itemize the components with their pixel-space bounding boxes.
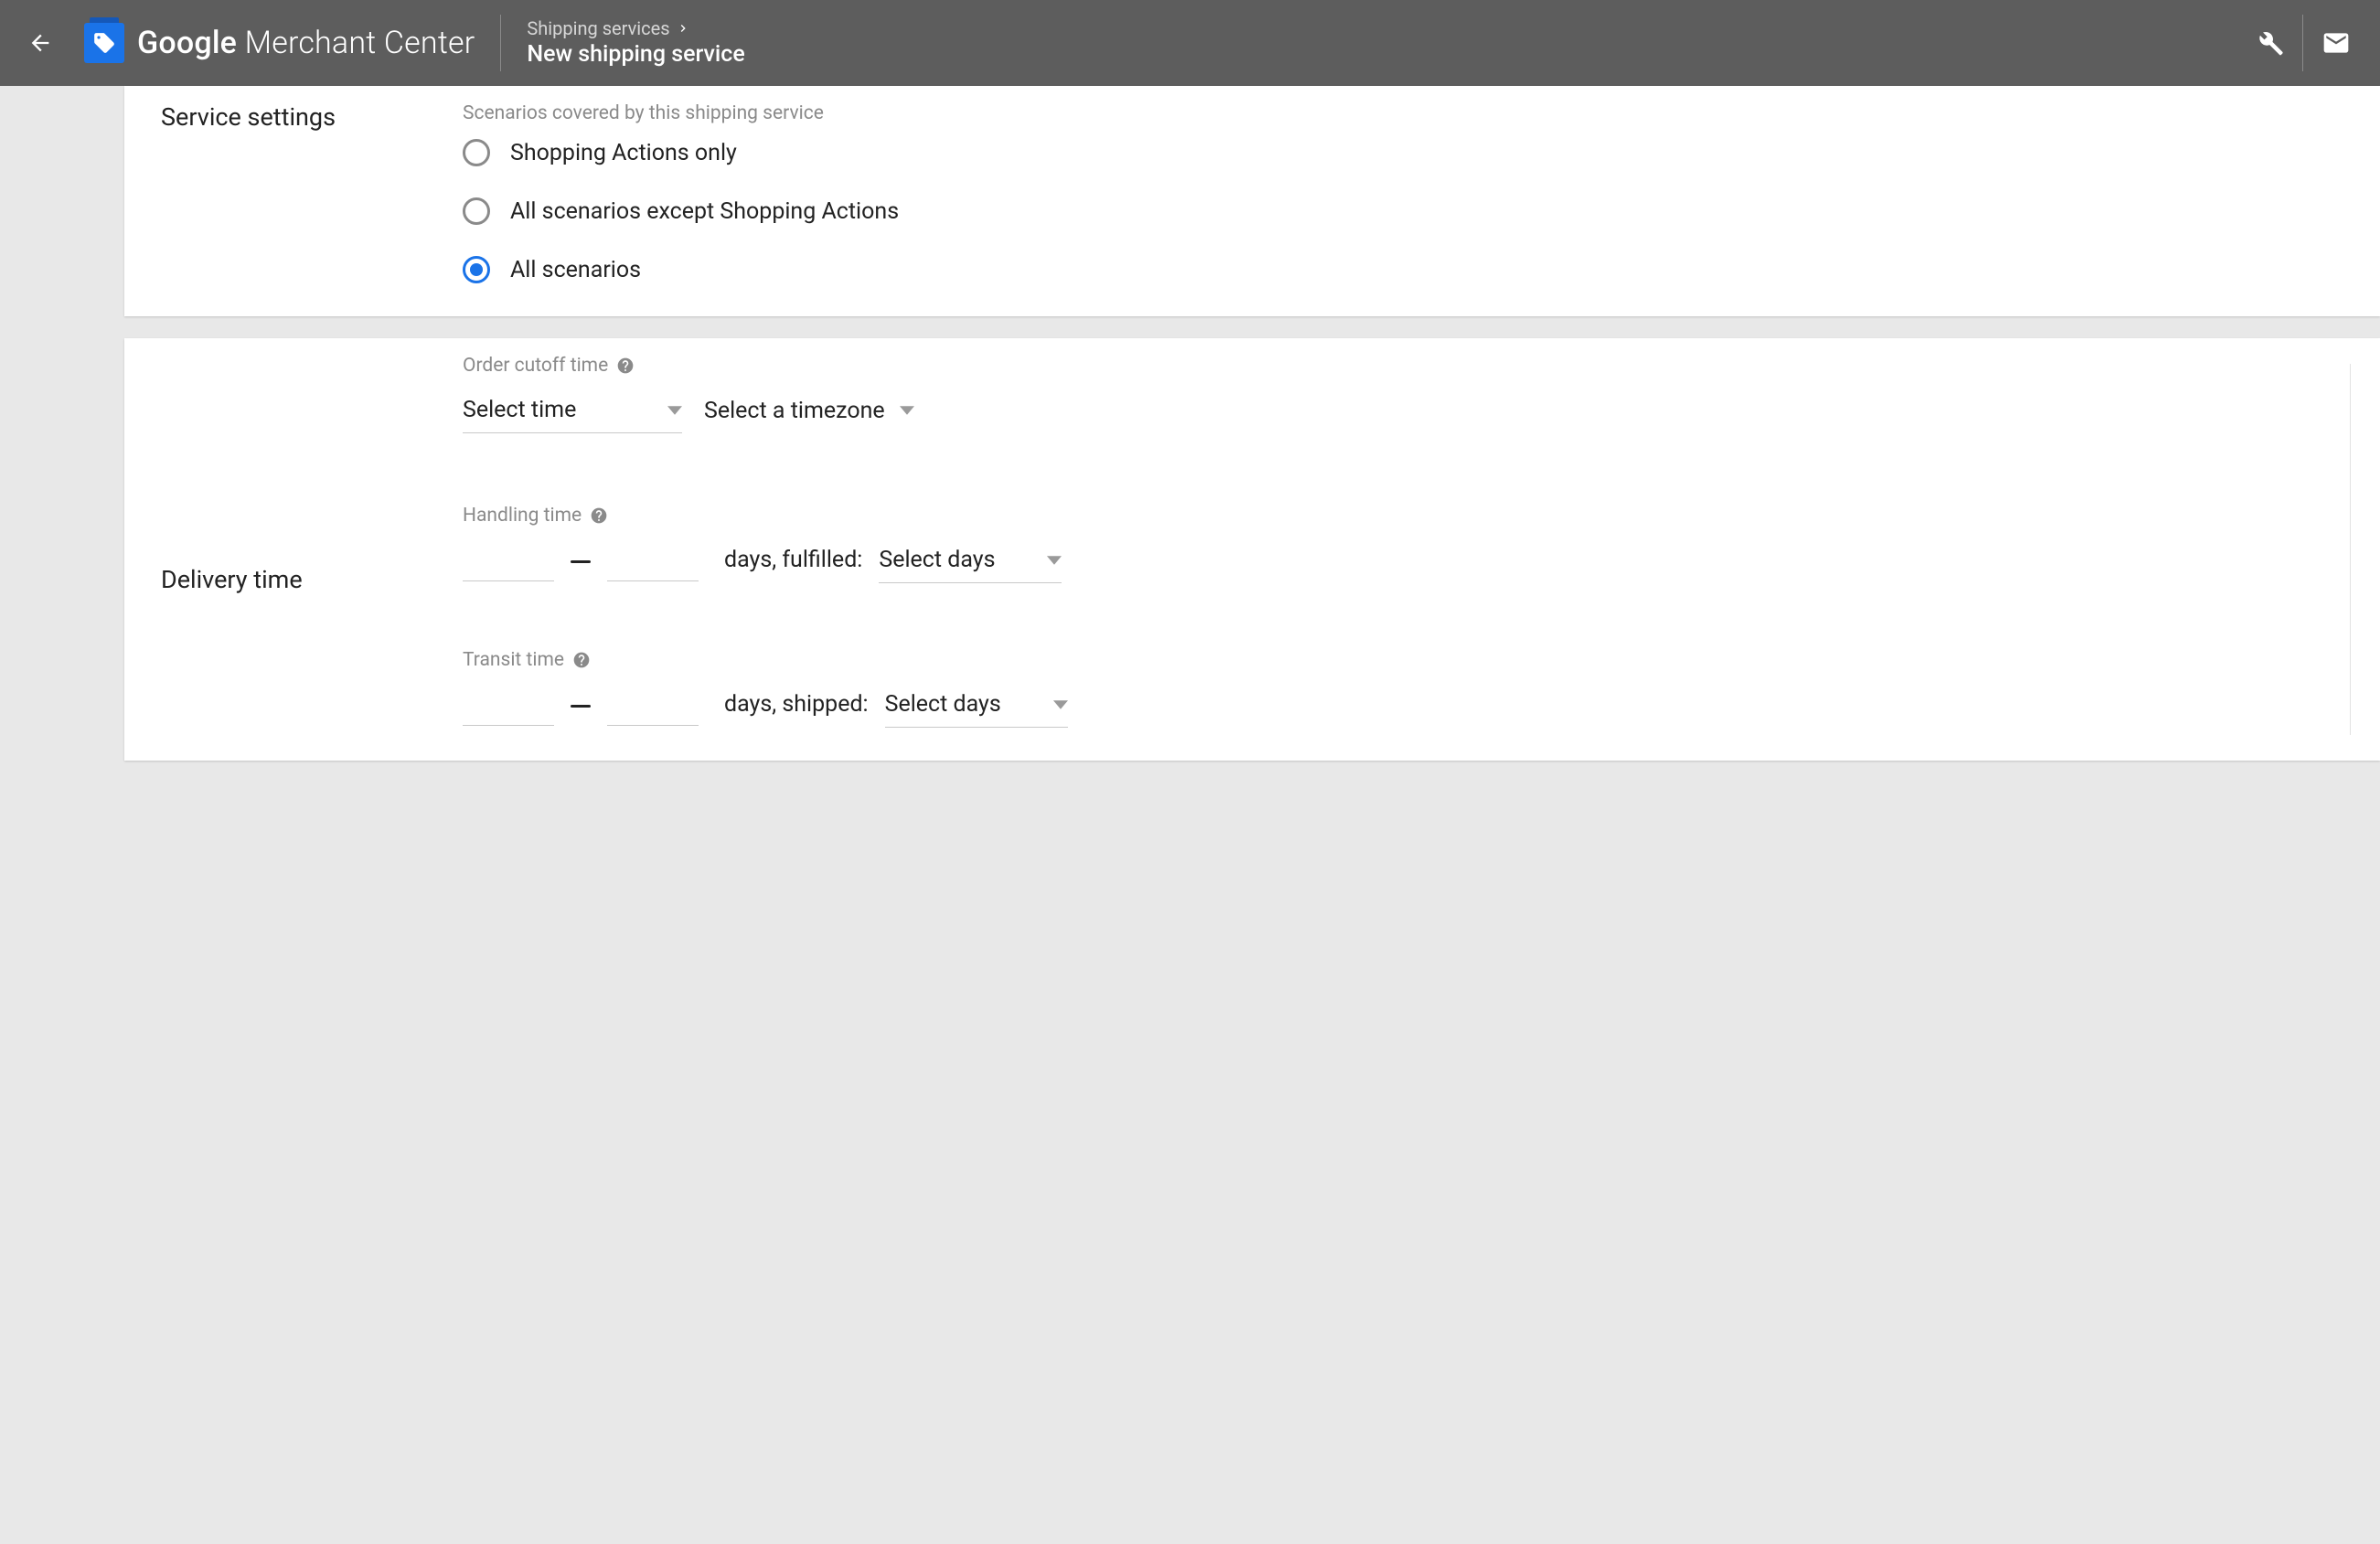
breadcrumb-parent[interactable]: Shipping services [527, 16, 744, 40]
chevron-right-icon [676, 21, 690, 36]
product-name-bold: Google [137, 25, 237, 61]
chevron-down-icon [900, 406, 914, 415]
chevron-down-icon [1053, 700, 1068, 709]
scenario-radio-0[interactable]: Shopping Actions only [463, 139, 2343, 166]
handling-suffix-label: days, fulfilled: [724, 547, 862, 573]
card-delivery-time: Delivery time Order cutoff time Select t… [124, 338, 2380, 761]
help-icon[interactable] [615, 356, 635, 376]
card-service-settings: Service settings Scenarios covered by th… [124, 86, 2380, 316]
product-name-rest: Merchant Center [237, 25, 475, 61]
range-dash [571, 560, 591, 563]
mail-icon [2321, 28, 2351, 58]
transit-days-select[interactable]: Select days [885, 686, 1068, 728]
cutoff-timezone-select-label: Select a timezone [704, 398, 885, 424]
chevron-down-icon [1047, 556, 1062, 565]
transit-max-input[interactable] [607, 686, 699, 726]
scenarios-caption: Scenarios covered by this shipping servi… [463, 102, 2343, 124]
scenario-radio-label: All scenarios except Shopping Actions [510, 198, 899, 225]
product-name: Google Merchant Center [137, 25, 475, 61]
header-divider [2302, 15, 2303, 71]
merchant-tag-icon [84, 23, 124, 63]
product-logo-block: Google Merchant Center [84, 23, 475, 63]
page-title: New shipping service [527, 40, 744, 70]
cutoff-timezone-select[interactable]: Select a timezone [704, 392, 914, 433]
cutoff-time-select[interactable]: Select time [463, 391, 682, 433]
handling-time-caption-text: Handling time [463, 505, 582, 527]
radio-icon [463, 197, 490, 225]
wrench-icon [2255, 28, 2284, 58]
breadcrumb-parent-label: Shipping services [527, 16, 669, 40]
handling-days-select-label: Select days [879, 547, 995, 573]
handling-time-caption: Handling time [463, 505, 2343, 527]
range-dash [571, 705, 591, 708]
transit-days-select-label: Select days [885, 691, 1001, 718]
help-icon[interactable] [571, 650, 592, 670]
transit-time-caption-text: Transit time [463, 649, 564, 671]
radio-icon [463, 256, 490, 283]
page-body: Service settings Scenarios covered by th… [0, 86, 2380, 761]
transit-time-row: days, shipped: Select days [463, 686, 2343, 728]
tools-button[interactable] [2247, 21, 2291, 65]
scenario-radio-2[interactable]: All scenarios [463, 256, 2343, 283]
breadcrumb: Shipping services New shipping service [527, 16, 744, 70]
scenarios-radio-group: Shopping Actions only All scenarios excep… [463, 139, 2343, 283]
mail-button[interactable] [2314, 21, 2358, 65]
transit-time-caption: Transit time [463, 649, 2343, 671]
header-tools [2247, 15, 2358, 71]
order-cutoff-caption: Order cutoff time [463, 355, 2343, 377]
header-divider [500, 15, 501, 71]
handling-min-input[interactable] [463, 541, 554, 581]
handling-time-row: days, fulfilled: Select days [463, 541, 2343, 583]
scenario-radio-1[interactable]: All scenarios except Shopping Actions [463, 197, 2343, 225]
scenario-radio-label: Shopping Actions only [510, 140, 737, 166]
transit-min-input[interactable] [463, 686, 554, 726]
handling-max-input[interactable] [607, 541, 699, 581]
app-header: Google Merchant Center Shipping services… [0, 0, 2380, 86]
cutoff-time-select-label: Select time [463, 397, 576, 423]
section-heading-service-settings: Service settings [161, 102, 463, 283]
back-button[interactable] [22, 25, 59, 61]
handling-days-select[interactable]: Select days [879, 541, 1062, 583]
transit-suffix-label: days, shipped: [724, 691, 869, 718]
scenario-radio-label: All scenarios [510, 257, 641, 283]
order-cutoff-row: Select time Select a timezone [463, 391, 2343, 433]
radio-icon [463, 139, 490, 166]
chevron-down-icon [667, 406, 682, 415]
section-heading-delivery-time: Delivery time [161, 355, 463, 728]
help-icon[interactable] [589, 506, 609, 526]
order-cutoff-caption-text: Order cutoff time [463, 355, 608, 377]
